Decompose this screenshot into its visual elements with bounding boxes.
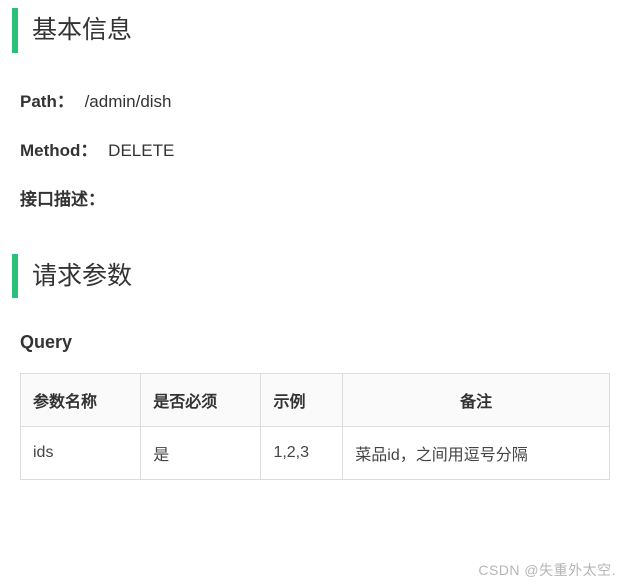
path-label: Path： [20,92,74,111]
col-header-remark: 备注 [343,374,610,427]
col-header-name: 参数名称 [21,374,141,427]
desc-label: 接口描述： [20,190,105,209]
cell-required: 是 [141,427,261,480]
table-row: ids 是 1,2,3 菜品id，之间用逗号分隔 [21,427,610,480]
watermark: CSDN @失重外太空. [478,560,616,580]
info-line-desc: 接口描述： [20,185,618,210]
cell-name: ids [21,427,141,480]
path-value: /admin/dish [85,92,172,111]
basic-info-block: Path： /admin/dish Method： DELETE 接口描述： [12,87,618,210]
col-header-example: 示例 [261,374,343,427]
section-heading-request-params: 请求参数 [12,254,618,299]
query-subheading: Query [12,332,618,353]
info-line-path: Path： /admin/dish [20,87,618,112]
col-header-required: 是否必须 [141,374,261,427]
cell-remark: 菜品id，之间用逗号分隔 [343,427,610,480]
section-heading-basic-info: 基本信息 [12,8,618,53]
table-header-row: 参数名称 是否必须 示例 备注 [21,374,610,427]
method-value: DELETE [108,141,174,160]
cell-example: 1,2,3 [261,427,343,480]
query-params-table: 参数名称 是否必须 示例 备注 ids 是 1,2,3 菜品id，之间用逗号分隔 [20,373,610,480]
info-line-method: Method： DELETE [20,136,618,161]
method-label: Method： [20,141,97,160]
